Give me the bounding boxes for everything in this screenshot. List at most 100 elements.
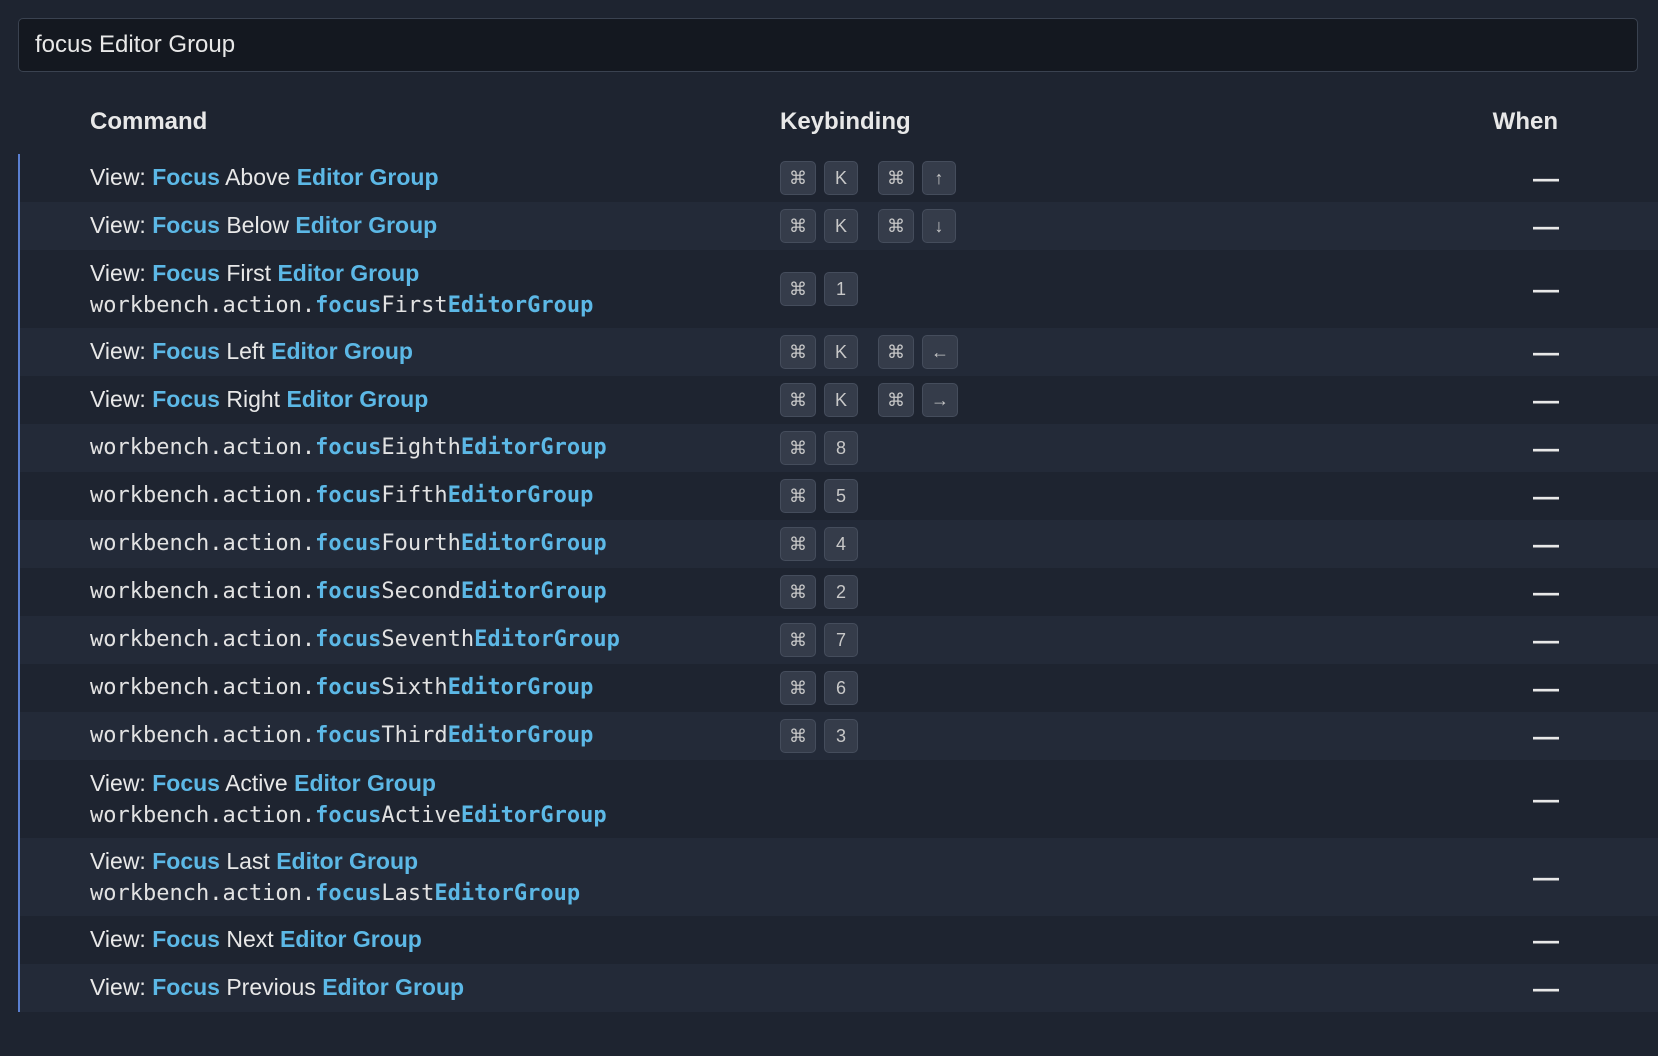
table-row[interactable]: View: Focus Last Editor Groupworkbench.a…: [20, 838, 1658, 916]
keybinding-cell: ⌘3: [780, 719, 1238, 753]
key-cap: 6: [824, 671, 858, 705]
key-cap: ⌘: [780, 431, 816, 465]
command-cell: View: Focus Next Editor Group: [90, 924, 780, 955]
command-cell: View: Focus Right Editor Group: [90, 384, 780, 415]
table-row[interactable]: View: Focus Left Editor Group⌘K⌘←—: [20, 328, 1658, 376]
when-cell: —: [1238, 625, 1638, 656]
table-row[interactable]: View: Focus Below Editor Group⌘K⌘↓—: [20, 202, 1658, 250]
key-cap: ⌘: [780, 479, 816, 513]
header-keybinding[interactable]: Keybinding: [780, 108, 1238, 136]
command-label: View: Focus Previous Editor Group: [90, 972, 780, 1003]
key-cap: ⌘: [878, 335, 914, 369]
command-label: View: Focus Last Editor Group: [90, 846, 780, 877]
command-id: workbench.action.focusActiveEditorGroup: [90, 801, 780, 831]
table-header-row: Command Keybinding When: [18, 90, 1658, 154]
command-cell: View: Focus Below Editor Group: [90, 210, 780, 241]
key-cap: ⌘: [780, 383, 816, 417]
command-id: workbench.action.focusFourthEditorGroup: [90, 529, 780, 559]
command-id: workbench.action.focusFirstEditorGroup: [90, 291, 780, 321]
command-label: View: Focus First Editor Group: [90, 258, 780, 289]
keybinding-cell: ⌘4: [780, 527, 1238, 561]
when-cell: —: [1238, 529, 1638, 560]
key-cap: 4: [824, 527, 858, 561]
command-label: View: Focus Right Editor Group: [90, 384, 780, 415]
when-cell: —: [1238, 274, 1638, 305]
keybinding-cell: ⌘8: [780, 431, 1238, 465]
key-cap: ↓: [922, 209, 956, 243]
command-label: View: Focus Active Editor Group: [90, 768, 780, 799]
command-id: workbench.action.focusThirdEditorGroup: [90, 721, 780, 751]
table-row[interactable]: workbench.action.focusFourthEditorGroup⌘…: [20, 520, 1658, 568]
key-cap: K: [824, 161, 858, 195]
command-cell: View: Focus Last Editor Groupworkbench.a…: [90, 846, 780, 909]
key-cap: ⌘: [780, 335, 816, 369]
when-cell: —: [1238, 862, 1638, 893]
key-cap: 5: [824, 479, 858, 513]
table-row[interactable]: workbench.action.focusSixthEditorGroup⌘6…: [20, 664, 1658, 712]
key-cap: ⌘: [780, 161, 816, 195]
when-cell: —: [1238, 784, 1638, 815]
when-cell: —: [1238, 721, 1638, 752]
table-row[interactable]: View: Focus First Editor Groupworkbench.…: [20, 250, 1658, 328]
command-cell: View: Focus Above Editor Group: [90, 162, 780, 193]
when-cell: —: [1238, 211, 1638, 242]
table-row[interactable]: workbench.action.focusThirdEditorGroup⌘3…: [20, 712, 1658, 760]
command-cell: workbench.action.focusSixthEditorGroup: [90, 673, 780, 703]
when-cell: —: [1238, 577, 1638, 608]
command-cell: View: Focus First Editor Groupworkbench.…: [90, 258, 780, 321]
key-cap: ⌘: [780, 719, 816, 753]
key-cap: ⌘: [780, 527, 816, 561]
command-id: workbench.action.focusFifthEditorGroup: [90, 481, 780, 511]
when-cell: —: [1238, 385, 1638, 416]
when-cell: —: [1238, 337, 1638, 368]
key-cap: ⌘: [780, 272, 816, 306]
key-cap: ←: [922, 335, 958, 369]
table-row[interactable]: View: Focus Previous Editor Group —: [20, 964, 1658, 1012]
header-command[interactable]: Command: [90, 108, 780, 136]
key-cap: ⌘: [780, 575, 816, 609]
table-row[interactable]: View: Focus Above Editor Group⌘K⌘↑—: [20, 154, 1658, 202]
command-cell: workbench.action.focusFourthEditorGroup: [90, 529, 780, 559]
search-input[interactable]: [18, 18, 1638, 72]
keybinding-cell: ⌘K⌘↓: [780, 209, 1238, 243]
table-row[interactable]: View: Focus Right Editor Group⌘K⌘→—: [20, 376, 1658, 424]
key-cap: →: [922, 383, 958, 417]
command-label: View: Focus Next Editor Group: [90, 924, 780, 955]
key-cap: ⌘: [780, 209, 816, 243]
keybinding-cell: ⌘5: [780, 479, 1238, 513]
keybinding-cell: ⌘7: [780, 623, 1238, 657]
table-row[interactable]: workbench.action.focusSecondEditorGroup⌘…: [20, 568, 1658, 616]
key-cap: 1: [824, 272, 858, 306]
command-cell: workbench.action.focusThirdEditorGroup: [90, 721, 780, 751]
table-row[interactable]: workbench.action.focusSeventhEditorGroup…: [20, 616, 1658, 664]
when-cell: —: [1238, 481, 1638, 512]
key-cap: ⌘: [878, 161, 914, 195]
command-id: workbench.action.focusSixthEditorGroup: [90, 673, 780, 703]
key-cap: ⌘: [780, 623, 816, 657]
table-body: View: Focus Above Editor Group⌘K⌘↑—View:…: [18, 154, 1658, 1012]
keybinding-cell: ⌘2: [780, 575, 1238, 609]
table-row[interactable]: workbench.action.focusEighthEditorGroup⌘…: [20, 424, 1658, 472]
keybinding-cell: ⌘1: [780, 272, 1238, 306]
key-cap: 7: [824, 623, 858, 657]
table-row[interactable]: workbench.action.focusFifthEditorGroup⌘5…: [20, 472, 1658, 520]
keybinding-cell: ⌘K⌘↑: [780, 161, 1238, 195]
keybinding-cell: ⌘6: [780, 671, 1238, 705]
header-when[interactable]: When: [1238, 108, 1638, 136]
command-cell: View: Focus Active Editor Groupworkbench…: [90, 768, 780, 831]
key-cap: 2: [824, 575, 858, 609]
key-cap: K: [824, 335, 858, 369]
command-label: View: Focus Left Editor Group: [90, 336, 780, 367]
key-cap: ⌘: [878, 383, 914, 417]
table-row[interactable]: View: Focus Active Editor Groupworkbench…: [20, 760, 1658, 838]
key-cap: ⌘: [780, 671, 816, 705]
command-id: workbench.action.focusSeventhEditorGroup: [90, 625, 780, 655]
command-cell: View: Focus Left Editor Group: [90, 336, 780, 367]
when-cell: —: [1238, 973, 1638, 1004]
command-id: workbench.action.focusSecondEditorGroup: [90, 577, 780, 607]
when-cell: —: [1238, 673, 1638, 704]
table-row[interactable]: View: Focus Next Editor Group—: [20, 916, 1658, 964]
command-cell: workbench.action.focusFifthEditorGroup: [90, 481, 780, 511]
key-cap: K: [824, 209, 858, 243]
command-cell: workbench.action.focusSeventhEditorGroup: [90, 625, 780, 655]
